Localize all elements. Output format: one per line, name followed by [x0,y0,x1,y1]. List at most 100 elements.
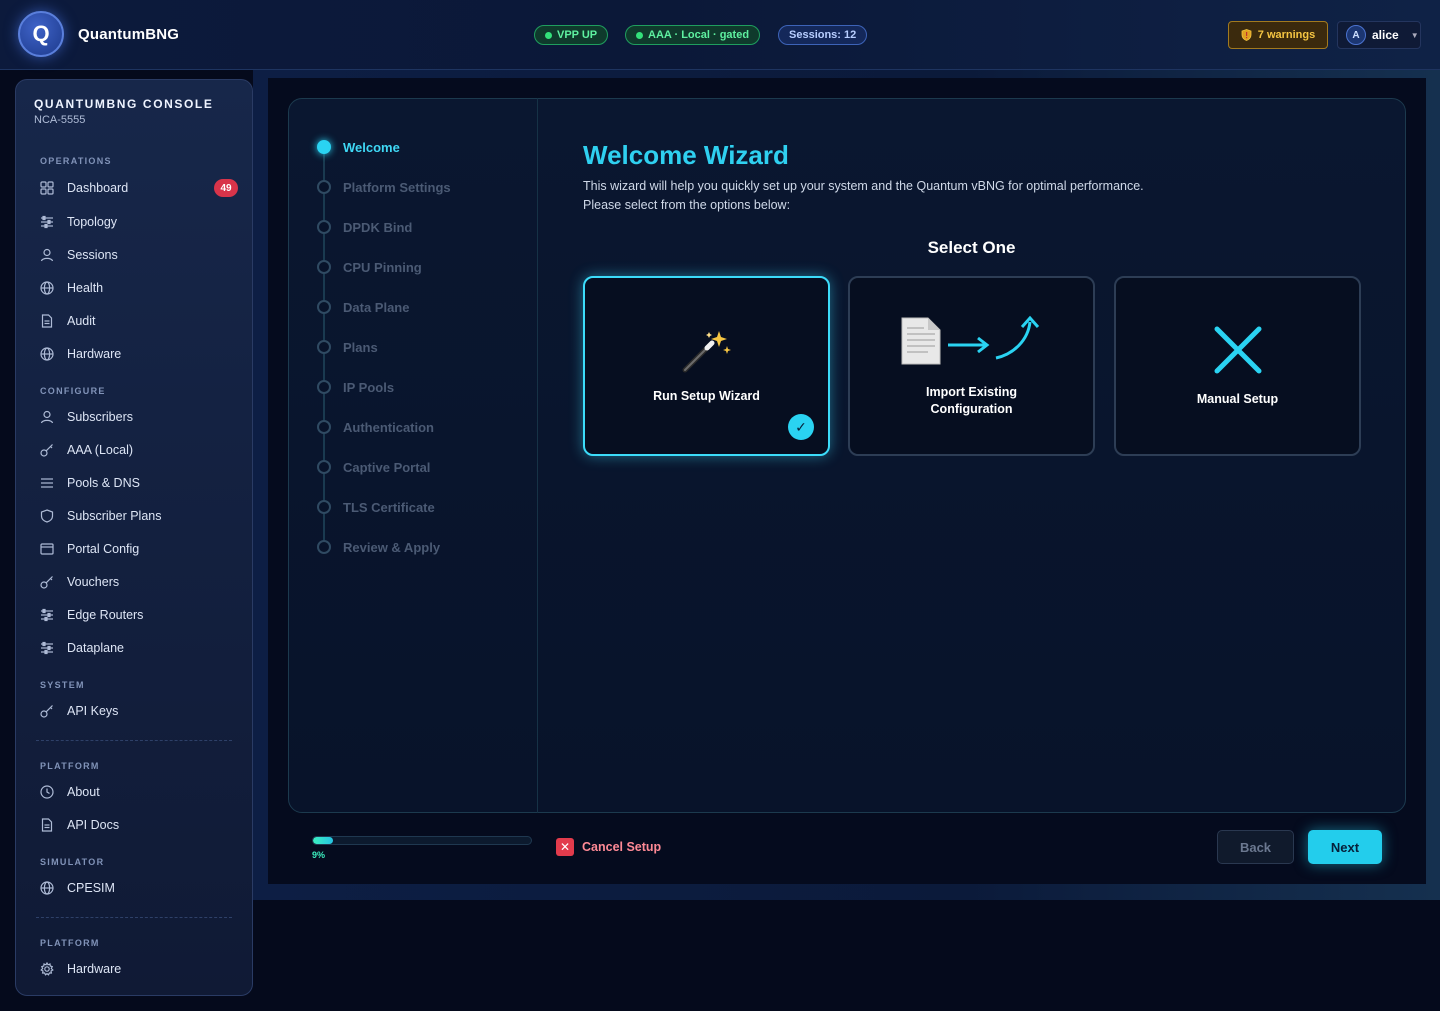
step-dot-icon [317,180,331,194]
wizard-title: Welcome Wizard [583,140,789,170]
section-platform: PLATFORM [40,761,100,771]
sessions-pill[interactable]: Sessions: 12 [778,25,868,45]
sidebar-item-pools-dns[interactable]: Pools & DNS [40,473,240,493]
sidebar-item-cpesim[interactable]: CPESIM [40,878,240,898]
sidebar-item-dataplane[interactable]: Dataplane [40,638,240,658]
top-bar: Q QuantumBNG VPP UP AAA · Local · gated … [0,0,1440,70]
app-logo[interactable]: Q [18,11,64,57]
progress-percent: 9% [312,850,326,860]
sidebar-divider [36,740,232,741]
vpp-status-pill[interactable]: VPP UP [534,25,609,45]
sidebar-item-hardware[interactable]: Hardware [40,344,240,364]
option-import-existing-configuration[interactable]: Import Existing Configuration [848,276,1095,456]
sidebar: QUANTUMBNG CONSOLE NCA-5555 OPERATIONS C… [15,79,253,996]
sidebar-item-hardware-platform[interactable]: Hardware [40,959,240,979]
step-data-plane[interactable]: Data Plane [317,299,409,315]
section-simulator: SIMULATOR [40,857,105,867]
key-icon [40,576,53,589]
sliders-icon [41,641,53,655]
sidebar-item-subscriber-plans[interactable]: Subscriber Plans [40,506,240,526]
next-button[interactable]: Next [1308,830,1382,864]
grid-icon [40,181,54,195]
sidebar-item-topology[interactable]: Topology [40,212,240,232]
user-icon [40,410,54,424]
magic-wand-icon [682,330,731,372]
step-ip-pools[interactable]: IP Pools [317,379,394,395]
option-run-setup-wizard[interactable]: Run Setup Wizard ✓ [583,276,830,456]
cancel-setup-button[interactable]: ✕ Cancel Setup [556,838,661,856]
option-manual-setup[interactable]: Manual Setup [1114,276,1361,456]
close-icon: ✕ [556,838,574,856]
step-active-dot-icon [317,140,331,154]
notification-badge: 49 [214,179,238,197]
globe-icon [40,347,54,361]
key-icon [40,444,53,457]
import-document-icon [901,315,1039,365]
step-dot-icon [317,220,331,234]
step-dpdk-bind[interactable]: DPDK Bind [317,219,412,235]
app-name: QuantumBNG [78,26,180,43]
sidebar-item-api-docs[interactable]: API Docs [40,815,240,835]
shield-icon [40,509,54,523]
console-subtitle: NCA-5555 [34,114,86,126]
step-dot-icon [317,540,331,554]
console-title: QUANTUMBNG CONSOLE [34,97,214,111]
shield-warning-icon [1241,29,1252,41]
step-dot-icon [317,500,331,514]
sidebar-item-api-keys[interactable]: API Keys [40,701,240,721]
chevron-down-icon: ▼ [1410,30,1419,40]
section-operations: OPERATIONS [40,156,112,166]
progress-fill [313,837,333,844]
key-icon [40,705,53,718]
document-icon [41,314,53,328]
sidebar-item-dashboard[interactable]: Dashboard 49 [40,178,240,198]
step-tls-certificate[interactable]: TLS Certificate [317,499,435,515]
select-heading: Select One [927,238,1016,257]
user-icon [40,248,54,262]
step-captive-portal[interactable]: Captive Portal [317,459,430,475]
cross-icon [1214,326,1261,373]
warnings-button[interactable]: 7 warnings [1228,21,1328,49]
step-authentication[interactable]: Authentication [317,419,434,435]
step-dot-icon [317,380,331,394]
user-name: alice [1372,28,1399,42]
step-dot-icon [317,420,331,434]
user-menu[interactable]: A alice ▼ [1337,21,1421,49]
sidebar-item-vouchers[interactable]: Vouchers [40,572,240,592]
setup-progress-bar [312,836,532,845]
gear-icon [40,962,54,976]
window-icon [40,543,54,555]
globe-icon [40,881,54,895]
sidebar-item-subscribers[interactable]: Subscribers [40,407,240,427]
step-dot-icon [317,460,331,474]
sidebar-item-aaa-local[interactable]: AAA (Local) [40,440,240,460]
step-dot-icon [317,340,331,354]
clock-icon [40,785,54,799]
sidebar-item-audit[interactable]: Audit [40,311,240,331]
section-system: SYSTEM [40,680,85,690]
step-cpu-pinning[interactable]: CPU Pinning [317,259,422,275]
sidebar-item-portal-config[interactable]: Portal Config [40,539,240,559]
status-dot-icon [636,31,643,39]
step-dot-icon [317,300,331,314]
sidebar-item-health[interactable]: Health [40,278,240,298]
step-dot-icon [317,260,331,274]
document-icon [41,818,53,832]
section-configure: CONFIGURE [40,386,106,396]
wizard-description: This wizard will help you quickly set up… [583,179,1144,212]
section-platform-2: PLATFORM [40,938,100,948]
step-review-apply[interactable]: Review & Apply [317,539,440,555]
step-plans[interactable]: Plans [317,339,378,355]
step-platform-settings[interactable]: Platform Settings [317,179,451,195]
back-button[interactable]: Back [1217,830,1294,864]
status-dot-icon [545,31,552,39]
selected-check-icon: ✓ [788,414,814,440]
aaa-status-pill[interactable]: AAA · Local · gated [625,25,761,45]
sidebar-item-sessions[interactable]: Sessions [40,245,240,265]
step-welcome[interactable]: Welcome [317,139,400,155]
globe-icon [40,281,54,295]
sidebar-divider [36,917,232,918]
sidebar-item-about[interactable]: About [40,782,240,802]
avatar: A [1346,25,1366,45]
sidebar-item-edge-routers[interactable]: Edge Routers [40,605,240,625]
